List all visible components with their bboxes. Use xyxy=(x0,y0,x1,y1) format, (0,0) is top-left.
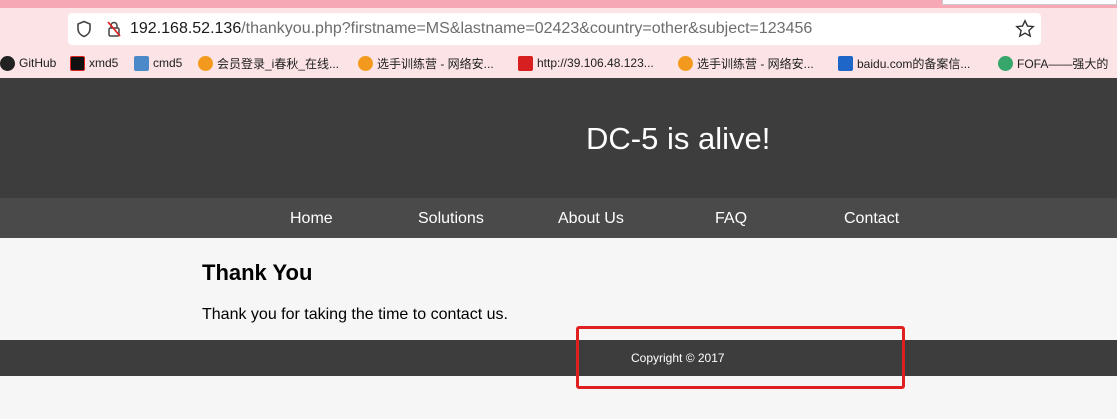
baidu-icon xyxy=(838,55,853,71)
bookmark-label: FOFA——强大的 xyxy=(1017,56,1109,71)
bookmark-training-camp[interactable]: 选手训练营 - 网络安... xyxy=(358,54,494,72)
nav-contact[interactable]: Contact xyxy=(844,209,899,229)
ichunqiu-icon xyxy=(358,55,373,71)
shield-icon[interactable] xyxy=(76,20,92,38)
bookmarks-bar: GitHub xmd5 cmd5 会员登录_i春秋_在线... 选手训练营 - … xyxy=(0,50,1117,77)
bookmark-cmd5[interactable]: cmd5 xyxy=(134,54,182,72)
bookmark-training-camp-2[interactable]: 选手训练营 - 网络安... xyxy=(678,54,814,72)
fofa-icon xyxy=(998,55,1013,71)
bookmark-label: GitHub xyxy=(19,56,57,70)
bookmark-github[interactable]: GitHub xyxy=(0,54,56,72)
page-content: DC-5 is alive! Home Solutions About Us F… xyxy=(0,78,1117,419)
url-path: /thankyou.php?firstname=MS&lastname=0242… xyxy=(241,20,813,37)
site-title: DC-5 is alive! xyxy=(586,121,771,156)
insecure-lock-icon[interactable] xyxy=(106,20,122,38)
bookmark-label: cmd5 xyxy=(153,56,183,70)
copyright-text: Copyright © 2017 xyxy=(631,351,725,365)
xmd5-icon xyxy=(70,55,85,71)
bookmark-star-icon[interactable] xyxy=(1015,19,1035,39)
site-header: DC-5 is alive! xyxy=(0,78,1117,198)
nav-faq[interactable]: FAQ xyxy=(715,209,747,229)
bookmark-label: xmd5 xyxy=(89,56,119,70)
bookmark-baidu[interactable]: baidu.com的备案信... xyxy=(838,54,970,72)
nav-about-us[interactable]: About Us xyxy=(558,209,624,229)
bookmark-label: 会员登录_i春秋_在线... xyxy=(217,56,340,71)
url-host: 192.168.52.136 xyxy=(130,20,242,37)
bookmark-ichunqiu-login[interactable]: 会员登录_i春秋_在线... xyxy=(198,54,339,72)
ichunqiu-icon xyxy=(678,55,693,71)
nav-solutions[interactable]: Solutions xyxy=(418,209,484,229)
thank-you-message: Thank you for taking the time to contact… xyxy=(202,306,508,323)
browser-chrome: 192.168.52.136/thankyou.php?firstname=MS… xyxy=(0,0,1117,78)
address-bar[interactable]: 192.168.52.136/thankyou.php?firstname=MS… xyxy=(68,13,1041,45)
nav-home[interactable]: Home xyxy=(290,209,333,229)
site-footer: Copyright © 2017 xyxy=(0,340,1117,376)
page-title: Thank You xyxy=(202,260,313,285)
bookmark-fofa[interactable]: FOFA——强大的 xyxy=(998,54,1108,72)
z-icon xyxy=(518,55,533,71)
bookmark-xmd5[interactable]: xmd5 xyxy=(70,54,118,72)
main-nav: Home Solutions About Us FAQ Contact xyxy=(0,198,1117,238)
bookmark-label: 选手训练营 - 网络安... xyxy=(377,56,494,71)
bookmark-label: baidu.com的备案信... xyxy=(857,56,971,71)
bookmark-label: 选手训练营 - 网络安... xyxy=(697,56,814,71)
bookmark-ip-link[interactable]: http://39.106.48.123... xyxy=(518,54,654,72)
bookmark-label: http://39.106.48.123... xyxy=(537,56,654,70)
url-text[interactable]: 192.168.52.136/thankyou.php?firstname=MS… xyxy=(130,19,812,39)
github-icon xyxy=(0,55,15,71)
cmd5-icon xyxy=(134,55,149,71)
browser-top-right-tab[interactable] xyxy=(942,0,1117,5)
ichunqiu-icon xyxy=(198,55,213,71)
